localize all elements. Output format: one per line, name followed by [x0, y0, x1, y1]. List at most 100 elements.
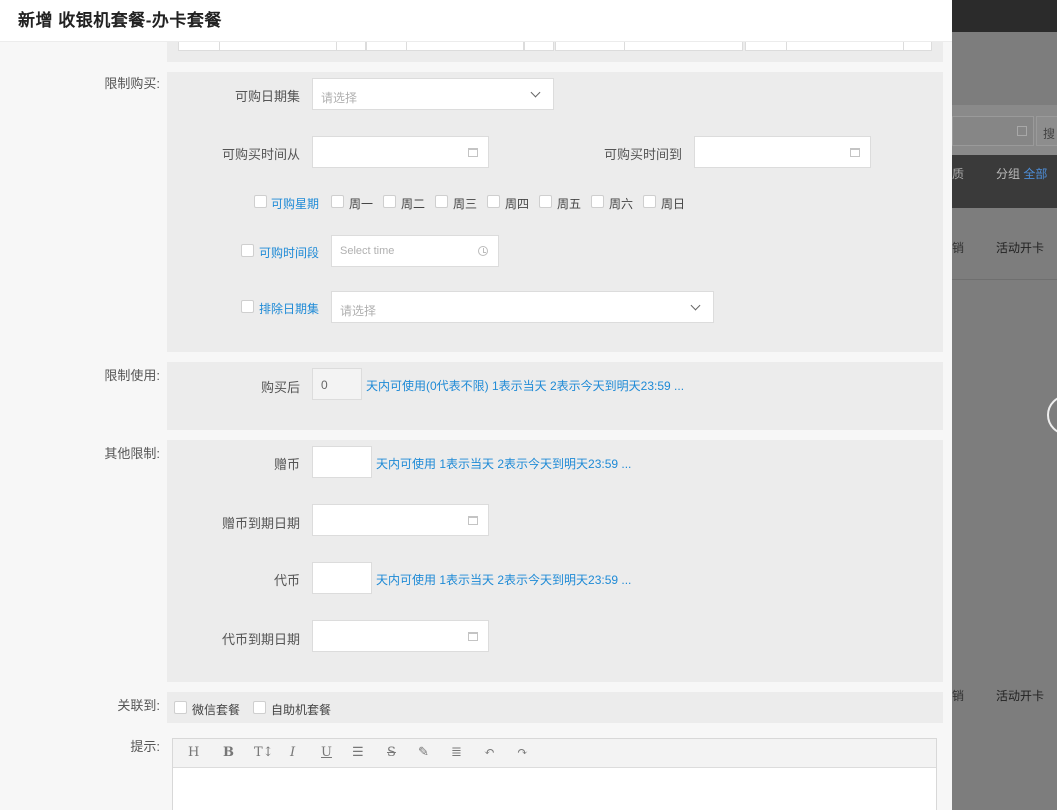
align-icon[interactable]: ≣ [451, 745, 462, 760]
background-search-button[interactable]: 搜 [1036, 116, 1057, 146]
chevron-down-icon [530, 87, 541, 98]
group-label: 分组 [996, 167, 1021, 181]
tuesday-checkbox[interactable] [383, 195, 396, 208]
wechat-package-checkbox[interactable] [174, 701, 187, 714]
modal-header: 新增 收银机套餐-办卡套餐 [0, 0, 952, 42]
background-date-input[interactable] [952, 116, 1034, 146]
wechat-package-label: 微信套餐 [192, 703, 241, 717]
friday-checkbox[interactable] [539, 195, 552, 208]
modal-dialog: 新增 收银机套餐-办卡套餐 限制购买: 可购日期集 请选择 可购买时间从 可购买… [0, 0, 952, 810]
row-type-cell: 活动开卡 [996, 689, 1045, 703]
saturday-checkbox[interactable] [591, 195, 604, 208]
italic-icon[interactable]: I [290, 745, 295, 760]
sunday-label: 周日 [661, 197, 686, 211]
chevron-down-icon [690, 300, 701, 311]
limit-use-label: 限制使用: [104, 368, 160, 383]
partial-input[interactable] [336, 42, 366, 51]
time-period-picker[interactable]: Select time [331, 235, 499, 267]
days-valid-value: 0 [321, 378, 328, 392]
friday-label: 周五 [557, 197, 582, 211]
days-valid-hint: 天内可使用(0代表不限) 1表示当天 2表示今天到明天23:59 ... [366, 379, 685, 393]
time-to-label: 可购买时间到 [603, 147, 682, 162]
modal-title: 新增 收银机套餐-办卡套餐 [18, 11, 222, 30]
monday-label: 周一 [349, 197, 374, 211]
weekday-checkbox[interactable] [254, 195, 267, 208]
calendar-icon [1017, 126, 1027, 136]
calendar-icon [468, 632, 478, 641]
sunday-checkbox[interactable] [643, 195, 656, 208]
partial-input[interactable] [219, 42, 337, 51]
time-period-label: 可购时间段 [259, 246, 320, 260]
background-app: 搜 质 分组 全部 销 活动开卡 销 活动开卡 [952, 0, 1057, 810]
date-set-label: 可购日期集 [234, 89, 300, 104]
token-expiry-label: 代币到期日期 [221, 632, 300, 647]
partial-input[interactable] [406, 42, 524, 51]
group-all-link[interactable]: 全部 [1023, 167, 1047, 181]
table-row[interactable]: 销 活动开卡 [952, 232, 1057, 280]
token-label: 代币 [273, 573, 300, 588]
token-days-input[interactable] [312, 562, 372, 594]
background-topbar [952, 0, 1057, 32]
bonus-coin-hint: 天内可使用 1表示当天 2表示今天到明天23:59 ... [376, 457, 632, 471]
row-cell: 销 [952, 689, 965, 703]
time-period-placeholder: Select time [340, 245, 395, 257]
days-valid-input[interactable]: 0 [312, 368, 362, 400]
weekday-label: 可购星期 [271, 197, 320, 211]
heading-icon[interactable]: H [188, 745, 199, 760]
thursday-label: 周四 [505, 197, 530, 211]
partial-input[interactable] [786, 42, 904, 51]
underline-icon[interactable]: U [321, 745, 332, 760]
token-expiry-input[interactable] [312, 620, 489, 652]
tips-rich-text-editor[interactable]: H B T↕ I U ☰ S ✎ ≣ ↶ ↷ [172, 738, 937, 810]
calendar-icon [468, 148, 478, 157]
wednesday-label: 周三 [453, 197, 478, 211]
partial-input[interactable] [903, 42, 932, 51]
time-from-input[interactable] [312, 136, 489, 168]
partial-input[interactable] [524, 42, 554, 51]
other-limits-label: 其他限制: [104, 446, 160, 461]
list-icon[interactable]: ☰ [352, 745, 364, 760]
wednesday-checkbox[interactable] [435, 195, 448, 208]
strikethrough-icon[interactable]: S [387, 745, 396, 760]
thursday-checkbox[interactable] [487, 195, 500, 208]
time-period-checkbox[interactable] [241, 244, 254, 257]
clock-icon [478, 246, 488, 256]
highlight-icon[interactable]: ✎ [418, 745, 429, 760]
background-column-header: 质 [952, 167, 965, 181]
date-set-select[interactable]: 请选择 [312, 78, 554, 110]
bonus-coin-expiry-input[interactable] [312, 504, 489, 536]
calendar-icon [850, 148, 860, 157]
tips-label: 提示: [130, 739, 160, 754]
undo-icon[interactable]: ↶ [484, 745, 495, 760]
kiosk-package-checkbox[interactable] [253, 701, 266, 714]
redo-icon[interactable]: ↷ [517, 745, 528, 760]
table-row[interactable]: 销 活动开卡 [952, 680, 1057, 728]
exclude-dates-checkbox[interactable] [241, 300, 254, 313]
tuesday-label: 周二 [401, 197, 426, 211]
link-to-label: 关联到: [117, 698, 160, 713]
bonus-coin-expiry-label: 赠币到期日期 [221, 516, 300, 531]
bonus-coin-days-input[interactable] [312, 446, 372, 478]
background-group-filter[interactable]: 分组 全部 [996, 165, 1047, 182]
token-hint: 天内可使用 1表示当天 2表示今天到明天23:59 ... [376, 573, 632, 587]
partial-input[interactable] [555, 42, 625, 51]
background-table-header: 质 分组 全部 [952, 155, 1057, 208]
text-size-icon[interactable]: T↕ [254, 745, 274, 760]
background-loading-icon [1047, 395, 1057, 435]
date-set-placeholder: 请选择 [321, 91, 358, 105]
bold-icon[interactable]: B [223, 745, 234, 760]
monday-checkbox[interactable] [331, 195, 344, 208]
exclude-dates-select[interactable]: 请选择 [331, 291, 714, 323]
limit-use-section [167, 362, 943, 430]
partial-input[interactable] [178, 42, 220, 51]
row-cell: 销 [952, 241, 965, 255]
calendar-icon [468, 516, 478, 525]
partial-input[interactable] [366, 42, 407, 51]
after-purchase-label: 购买后 [260, 380, 300, 395]
partial-input[interactable] [624, 42, 743, 51]
time-from-label: 可购买时间从 [221, 147, 300, 162]
partial-input[interactable] [745, 42, 787, 51]
time-to-input[interactable] [694, 136, 871, 168]
bonus-coin-label: 赠币 [273, 457, 300, 472]
limit-purchase-label: 限制购买: [104, 76, 160, 91]
